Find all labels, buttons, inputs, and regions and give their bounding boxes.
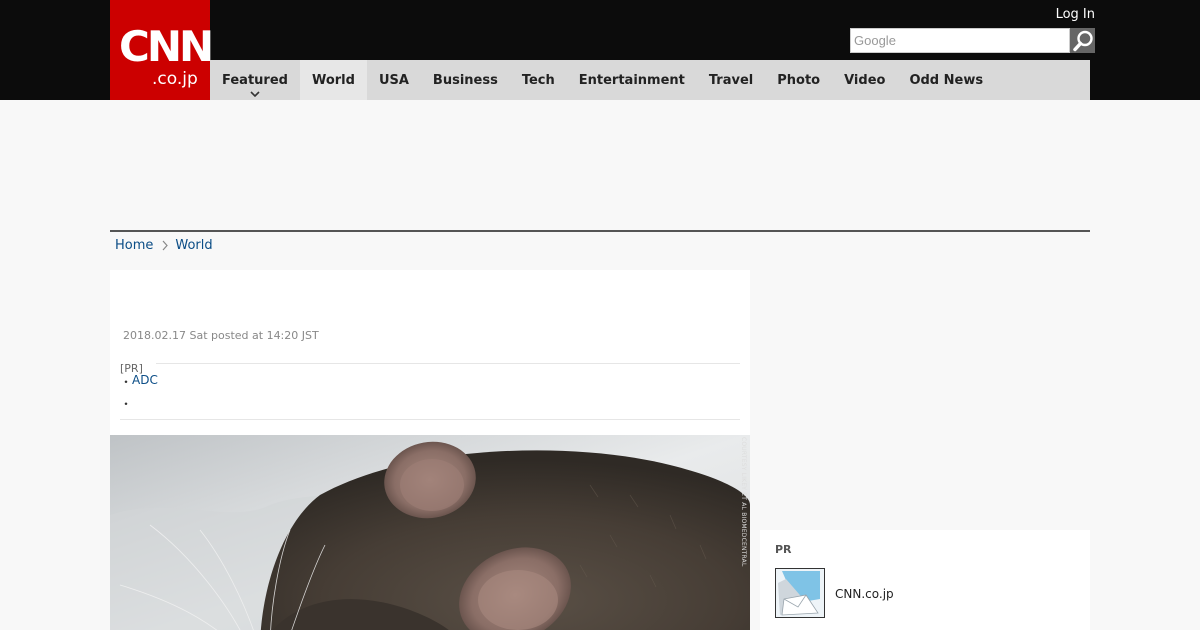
breadcrumb: Home World <box>115 238 213 253</box>
section-divider <box>110 230 1090 232</box>
nav-item-video[interactable]: Video <box>832 60 897 100</box>
nav-item-featured[interactable]: Featured <box>210 60 300 100</box>
logo-main-text: CNN <box>119 22 214 71</box>
nav-item-label: Odd News <box>909 72 984 88</box>
nav-item-label: USA <box>378 72 409 88</box>
pr-links: [PR] ・ ADC ・ <box>120 357 740 411</box>
nav-item-label: Travel <box>708 72 754 88</box>
article-card: 2018.02.17 Sat posted at 14:20 JST [PR] … <box>110 270 750 630</box>
nav-item-label: Business <box>432 72 498 88</box>
pr-link-adc[interactable]: ADC <box>132 373 158 390</box>
bullet: ・ <box>120 397 133 411</box>
nav-item-world[interactable]: World <box>299 60 367 100</box>
main-nav: Featured World USA Business Tech Enterta… <box>210 60 1090 100</box>
article-photo: COURTESY LIKEY ET AL BIOMEDCENTRAL <box>110 435 750 630</box>
search-button[interactable] <box>1070 28 1095 53</box>
rat-photo <box>110 435 750 630</box>
nav-item-label: Tech <box>521 72 555 88</box>
nav-item-label: Entertainment <box>578 72 685 88</box>
pr-list-item: ・ <box>120 395 132 412</box>
nav-item-business[interactable]: Business <box>421 60 510 100</box>
nav-item-label: Video <box>844 72 886 88</box>
sidebar-pr-title: PR <box>775 543 792 556</box>
sidebar-pr-box: PR CNN.co.jp <box>760 530 1090 630</box>
envelope-icon <box>776 569 824 617</box>
search-input[interactable] <box>850 28 1070 53</box>
photo-credit: COURTESY LIKEY ET AL BIOMEDCENTRAL <box>740 437 747 567</box>
logo-sub-text: .co.jp <box>152 69 198 89</box>
chevron-down-icon <box>250 91 260 97</box>
nav-item-usa[interactable]: USA <box>367 60 421 100</box>
pr-bottom-divider <box>120 419 740 420</box>
breadcrumb-home[interactable]: Home <box>115 238 153 253</box>
app-thumbnail[interactable] <box>775 568 825 618</box>
pr-list-item: ・ ADC <box>120 373 158 390</box>
pr-divider <box>156 363 740 364</box>
nav-item-photo[interactable]: Photo <box>765 60 832 100</box>
nav-item-travel[interactable]: Travel <box>697 60 765 100</box>
nav-item-odd-news[interactable]: Odd News <box>897 60 995 100</box>
sidebar-pr-link[interactable]: CNN.co.jp <box>835 587 894 601</box>
post-date: 2018.02.17 Sat posted at 14:20 JST <box>123 329 319 342</box>
nav-item-tech[interactable]: Tech <box>510 60 567 100</box>
nav-item-label: World <box>311 72 355 88</box>
breadcrumb-world[interactable]: World <box>175 238 212 253</box>
nav-item-label: Photo <box>777 72 821 88</box>
magnifier-icon <box>1072 30 1093 51</box>
chevron-right-icon <box>162 240 169 251</box>
bullet: ・ <box>120 375 133 389</box>
login-link[interactable]: Log In <box>1056 7 1095 22</box>
nav-item-entertainment[interactable]: Entertainment <box>567 60 697 100</box>
cnn-logo[interactable]: CNN .co.jp <box>110 0 214 100</box>
nav-item-label: Featured <box>222 72 288 88</box>
